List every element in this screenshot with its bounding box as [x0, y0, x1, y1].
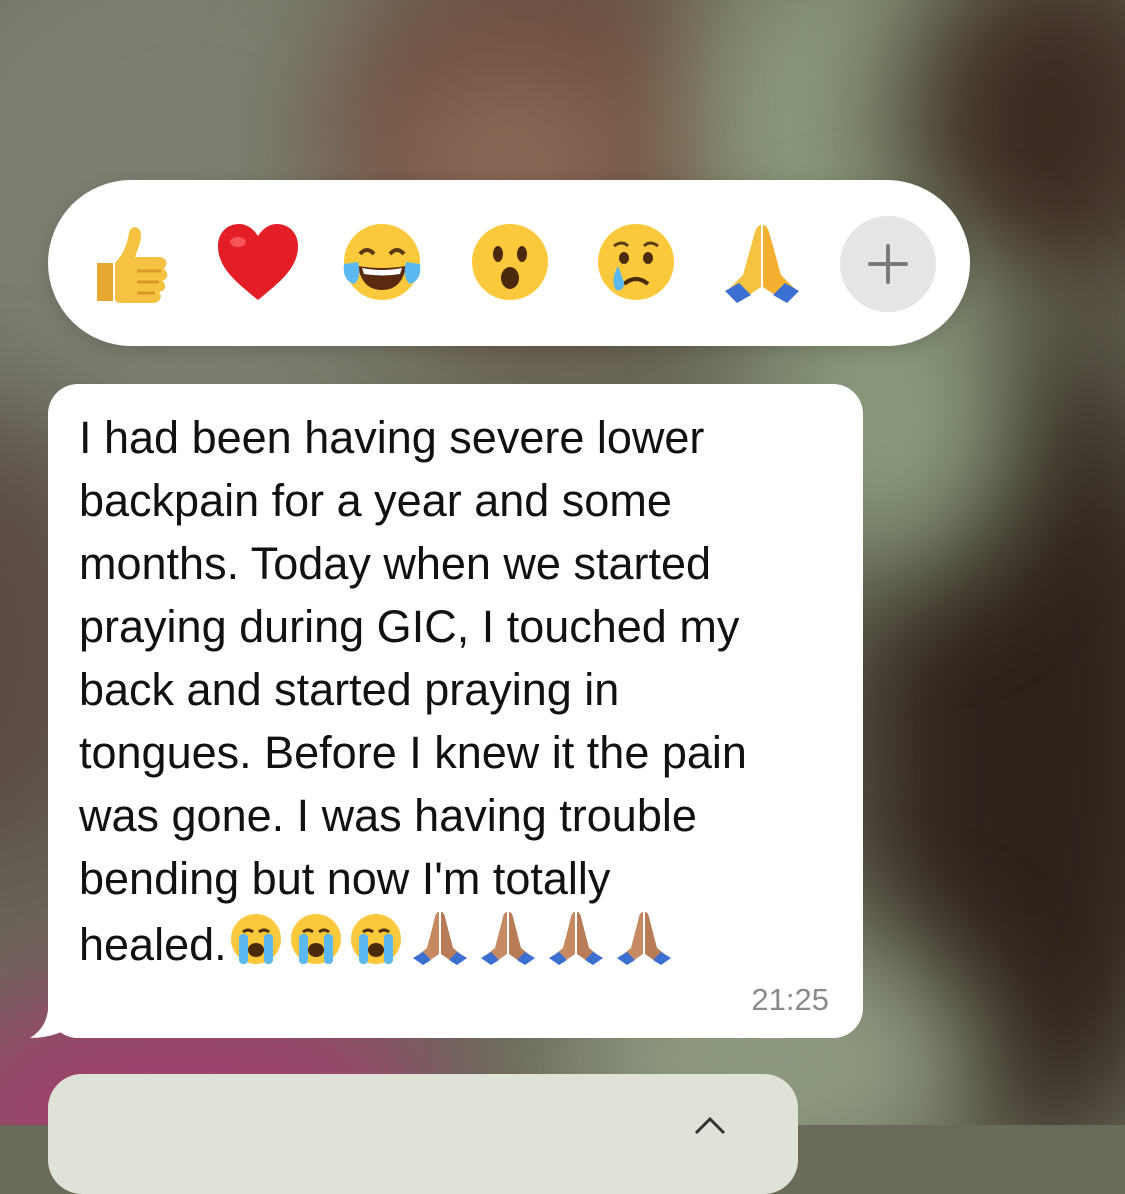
loudly-crying-face-icon: [230, 914, 281, 964]
heart-reaction-button[interactable]: [206, 210, 310, 314]
surprised-reaction-button[interactable]: [458, 210, 562, 314]
more-reactions-button[interactable]: [840, 216, 936, 312]
thumbs-up-reaction-button[interactable]: [78, 210, 182, 314]
folded-hands-icon: [412, 912, 467, 965]
face-with-tears-of-joy-icon: [343, 224, 421, 300]
red-heart-icon: [218, 224, 298, 300]
folded-hands-icon: [480, 912, 535, 965]
context-menu-card[interactable]: [48, 1074, 798, 1194]
thumbs-up-icon: [97, 227, 168, 303]
folded-hands-icon: [548, 912, 603, 965]
reaction-picker: [48, 180, 970, 346]
message-timestamp: 21:25: [751, 982, 829, 1017]
message-bubble[interactable]: I had been having severe lower backpain …: [48, 384, 863, 1038]
loudly-crying-face-icon: [290, 914, 341, 964]
sad-reaction-button[interactable]: [584, 210, 688, 314]
face-with-open-mouth-icon: [472, 224, 548, 300]
laughing-reaction-button[interactable]: [330, 210, 434, 314]
folded-hands-icon: [725, 225, 799, 303]
plus-icon: [868, 244, 908, 284]
folded-hands-icon: [616, 912, 671, 965]
message-emoji-row: [229, 910, 675, 966]
pray-reaction-button[interactable]: [710, 210, 814, 314]
message-text: I had been having severe lower backpain …: [79, 412, 747, 970]
loudly-crying-face-icon: [350, 914, 401, 964]
crying-face-icon: [598, 224, 674, 300]
